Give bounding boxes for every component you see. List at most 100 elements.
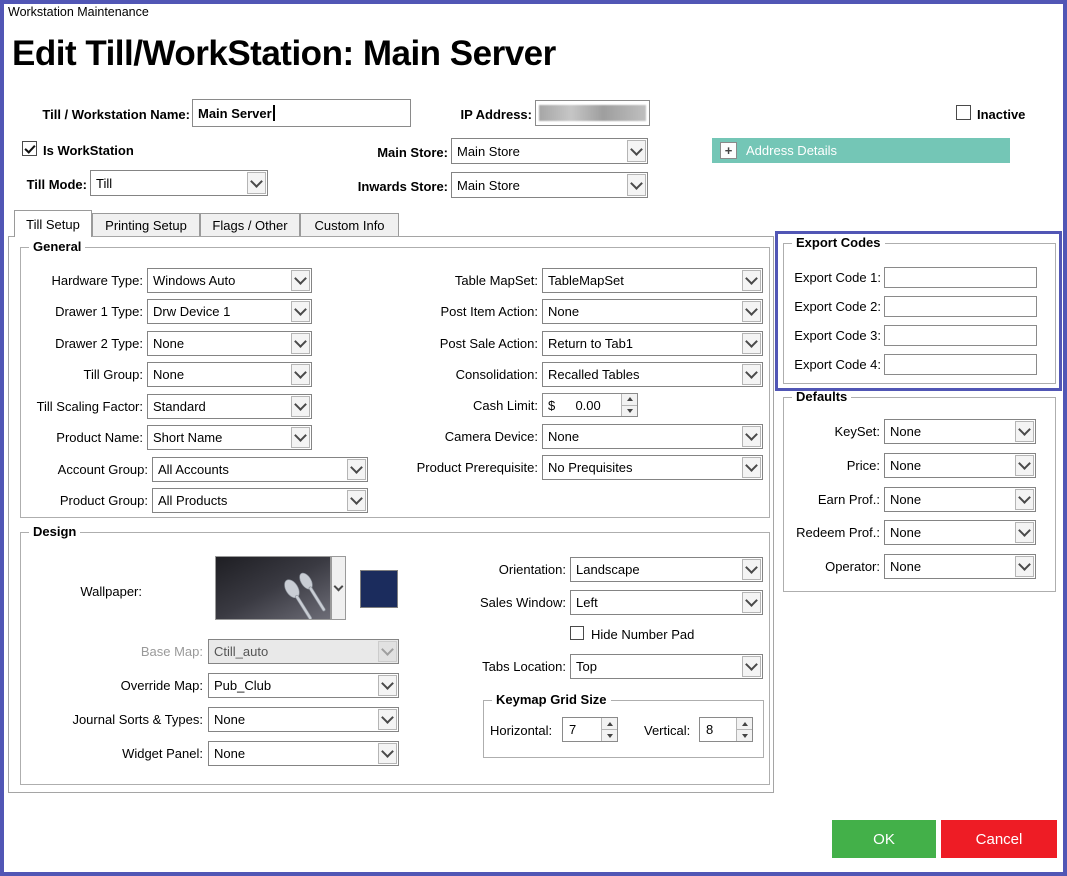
dropdown-arrow-icon[interactable] [742,592,761,613]
base-map-value: Ctill_auto [214,644,269,659]
dropdown-arrow-icon[interactable] [742,656,761,677]
till-group-select[interactable]: None [147,362,312,387]
inactive-checkbox[interactable] [956,105,971,120]
dropdown-arrow-icon[interactable] [378,709,397,730]
dropdown-arrow-icon[interactable] [742,270,761,291]
override-map-select[interactable]: Pub_Club [208,673,399,698]
is-workstation-label[interactable]: Is WorkStation [43,143,134,158]
main-store-select[interactable]: Main Store [451,138,648,164]
spin-up-button[interactable] [622,394,637,405]
post-sale-action-select[interactable]: Return to Tab1 [542,331,763,356]
camera-device-select[interactable]: None [542,424,763,449]
dropdown-arrow-icon[interactable] [1015,489,1034,510]
dropdown-arrow-icon[interactable] [291,396,310,417]
is-workstation-checkbox[interactable] [22,141,37,156]
post-item-action-select[interactable]: None [542,299,763,324]
cash-limit-input[interactable]: $ 0.00 [542,393,638,417]
spinner-buttons[interactable] [736,718,752,741]
drawer-2-type-value: None [153,336,185,351]
product-group-select[interactable]: All Products [152,488,368,513]
till-workstation-name-input[interactable]: Main Server [192,99,411,127]
export-code-1-input[interactable] [884,267,1037,288]
export-code-2-input[interactable] [884,296,1037,317]
cancel-button[interactable]: Cancel [941,820,1057,858]
hardware-type-label: Hardware Type: [51,273,143,288]
dropdown-arrow-icon[interactable] [291,333,310,354]
wallpaper-color-swatch[interactable] [360,570,398,608]
drawer-2-type-select[interactable]: None [147,331,312,356]
wallpaper-dropdown-button[interactable] [331,556,346,620]
dropdown-arrow-icon[interactable] [291,301,310,322]
sales-window-value: Left [576,595,598,610]
spin-down-button[interactable] [602,729,617,741]
drawer-1-type-value: Drw Device 1 [153,304,231,319]
main-store-label: Main Store: [377,145,448,160]
dropdown-arrow-icon[interactable] [742,426,761,447]
orientation-select[interactable]: Landscape [570,557,763,582]
tab-printing-setup[interactable]: Printing Setup [92,213,200,237]
dropdown-arrow-icon[interactable] [291,364,310,385]
tab-custom-info[interactable]: Custom Info [300,213,399,237]
inactive-label[interactable]: Inactive [977,107,1025,122]
keymap-grid-size-title: Keymap Grid Size [492,692,611,707]
dropdown-arrow-icon[interactable] [247,172,266,194]
spin-up-button[interactable] [737,718,752,729]
camera-device-value: None [548,429,580,444]
ip-address-input[interactable] [535,100,650,126]
redeem-prof-select[interactable]: None [884,520,1036,545]
consolidation-select[interactable]: Recalled Tables [542,362,763,387]
wallpaper-preview-image[interactable] [215,556,331,620]
inwards-store-value: Main Store [457,177,520,193]
ok-button[interactable]: OK [832,820,936,858]
spinner-buttons[interactable] [601,718,617,741]
dropdown-arrow-icon[interactable] [347,490,366,511]
hide-number-pad-checkbox[interactable] [570,626,584,640]
export-code-4-input[interactable] [884,354,1037,375]
table-mapset-select[interactable]: TableMapSet [542,268,763,293]
dropdown-arrow-icon[interactable] [347,459,366,480]
tab-flags-other[interactable]: Flags / Other [200,213,300,237]
dropdown-arrow-icon[interactable] [742,301,761,322]
address-details-button[interactable]: + Address Details [712,138,1010,163]
dropdown-arrow-icon[interactable] [378,743,397,764]
dropdown-arrow-icon[interactable] [291,270,310,291]
widget-panel-select[interactable]: None [208,741,399,766]
dropdown-arrow-icon[interactable] [1015,455,1034,476]
horizontal-input[interactable]: 7 [562,717,618,742]
dropdown-arrow-icon[interactable] [742,364,761,385]
hardware-type-select[interactable]: Windows Auto [147,268,312,293]
earn-prof-select[interactable]: None [884,487,1036,512]
keyset-select[interactable]: None [884,419,1036,444]
till-scaling-factor-select[interactable]: Standard [147,394,312,419]
product-prerequisite-select[interactable]: No Prequisites [542,455,763,480]
price-select[interactable]: None [884,453,1036,478]
tabs-location-select[interactable]: Top [570,654,763,679]
dropdown-arrow-icon[interactable] [742,333,761,354]
vertical-input[interactable]: 8 [699,717,753,742]
journal-sorts-types-select[interactable]: None [208,707,399,732]
operator-select[interactable]: None [884,554,1036,579]
tab-till-setup[interactable]: Till Setup [14,210,92,237]
spin-up-button[interactable] [602,718,617,729]
sales-window-select[interactable]: Left [570,590,763,615]
dropdown-arrow-icon[interactable] [378,675,397,696]
dropdown-arrow-icon[interactable] [1015,556,1034,577]
dropdown-arrow-icon[interactable] [742,559,761,580]
dropdown-arrow-icon[interactable] [742,457,761,478]
dropdown-arrow-icon[interactable] [627,140,646,162]
spinner-buttons[interactable] [621,394,637,416]
dropdown-arrow-icon[interactable] [627,174,646,196]
dropdown-arrow-icon[interactable] [291,427,310,448]
hide-number-pad-label[interactable]: Hide Number Pad [591,627,694,642]
dropdown-arrow-icon[interactable] [1015,421,1034,442]
spin-down-button[interactable] [622,404,637,416]
spin-down-button[interactable] [737,729,752,741]
inwards-store-label: Inwards Store: [357,179,448,194]
export-code-3-input[interactable] [884,325,1037,346]
dropdown-arrow-icon[interactable] [1015,522,1034,543]
inwards-store-select[interactable]: Main Store [451,172,648,198]
till-mode-select[interactable]: Till [90,170,268,196]
drawer-1-type-select[interactable]: Drw Device 1 [147,299,312,324]
product-name-select[interactable]: Short Name [147,425,312,450]
account-group-select[interactable]: All Accounts [152,457,368,482]
